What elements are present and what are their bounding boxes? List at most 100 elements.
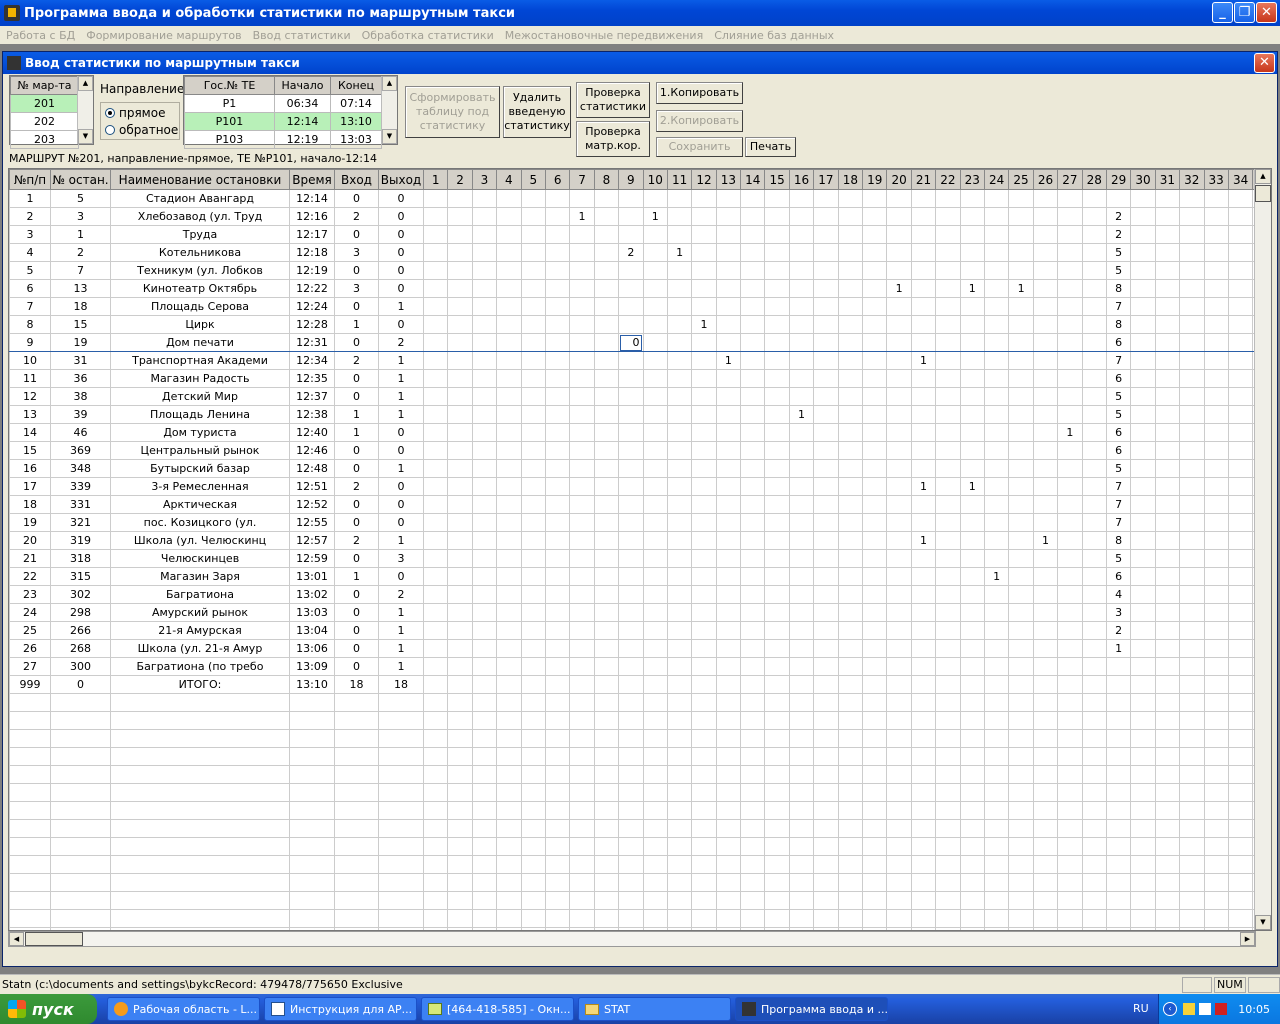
grid-cell[interactable] — [910, 279, 937, 298]
grid-cell[interactable] — [569, 729, 595, 748]
grid-cell[interactable] — [1008, 873, 1034, 892]
grid-cell[interactable] — [289, 891, 335, 910]
print-button[interactable]: Печать — [745, 137, 796, 157]
grid-cell[interactable] — [1057, 279, 1083, 298]
grid-cell[interactable]: 6 — [1105, 369, 1132, 388]
grid-cell[interactable] — [764, 333, 790, 352]
grid-cell[interactable] — [910, 747, 937, 766]
grid-cell[interactable] — [666, 855, 693, 874]
grid-cell[interactable] — [1179, 225, 1205, 244]
grid-cell[interactable] — [764, 207, 790, 226]
grid-cell[interactable] — [1203, 351, 1229, 370]
grid-cell[interactable] — [1154, 387, 1181, 406]
grid-cell[interactable] — [1203, 261, 1229, 280]
grid-cell[interactable] — [1081, 297, 1107, 316]
grid-cell-n[interactable]: 16 — [9, 459, 51, 478]
grid-cell[interactable] — [569, 261, 595, 280]
grid-cell[interactable] — [764, 747, 790, 766]
grid-cell[interactable] — [1227, 243, 1254, 262]
scroll-down-icon[interactable]: ▼ — [1255, 915, 1271, 930]
grid-cell[interactable] — [520, 495, 546, 514]
grid-cell[interactable] — [862, 621, 888, 640]
grid-cell[interactable] — [666, 531, 693, 550]
grid-cell[interactable] — [1227, 801, 1254, 820]
grid-cell-out[interactable]: 0 — [378, 513, 424, 532]
grid-cell-n[interactable]: 999 — [9, 675, 51, 694]
grid-cell[interactable] — [642, 189, 668, 208]
grid-cell[interactable] — [1203, 477, 1229, 496]
grid-cell[interactable] — [691, 819, 717, 838]
grid-cell[interactable] — [1154, 783, 1181, 802]
grid-cell-name[interactable]: Площадь Ленина — [110, 405, 290, 424]
grid-cell[interactable] — [1057, 441, 1083, 460]
grid-cell[interactable] — [1081, 441, 1107, 460]
grid-cell[interactable] — [691, 261, 717, 280]
grid-cell[interactable] — [740, 531, 766, 550]
grid-cell[interactable] — [886, 801, 912, 820]
grid-cell-stop[interactable]: 339 — [50, 477, 111, 496]
save-button[interactable]: Сохранить — [656, 137, 743, 157]
table-row[interactable]: 19 321 пос. Козицкого (ул. 12:55 0 0 7 — [9, 513, 1271, 532]
grid-cell[interactable] — [935, 387, 961, 406]
grid-cell-n[interactable]: 24 — [9, 603, 51, 622]
grid-cell[interactable] — [618, 711, 644, 730]
grid-cell[interactable] — [496, 261, 522, 280]
grid-cell-time[interactable]: 13:10 — [289, 675, 335, 694]
grid-cell[interactable] — [1154, 297, 1181, 316]
grid-cell[interactable] — [1203, 765, 1229, 784]
grid-cell[interactable] — [496, 621, 522, 640]
grid-cell-name[interactable]: Школа (ул. 21-я Амур — [110, 639, 290, 658]
grid-cell[interactable] — [447, 909, 473, 928]
grid-cell[interactable] — [471, 387, 498, 406]
grid-cell[interactable] — [593, 693, 620, 712]
table-row[interactable]: 11 36 Магазин Радость 12:35 0 1 6 — [9, 369, 1271, 388]
grid-cell[interactable] — [1130, 891, 1156, 910]
grid-cell[interactable] — [666, 909, 693, 928]
grid-cell[interactable] — [862, 261, 888, 280]
grid-cell[interactable] — [1008, 837, 1034, 856]
grid-cell-out[interactable]: 1 — [378, 459, 424, 478]
grid-cell[interactable] — [1008, 297, 1034, 316]
grid-cell[interactable] — [110, 873, 290, 892]
grid-cell[interactable] — [378, 729, 424, 748]
grid-cell[interactable] — [496, 891, 522, 910]
grid-cell[interactable] — [642, 639, 668, 658]
grid-cell-stop[interactable]: 39 — [50, 405, 111, 424]
grid-cell[interactable] — [1057, 405, 1083, 424]
grid-cell[interactable] — [1154, 567, 1181, 586]
grid-cell[interactable] — [1057, 639, 1083, 658]
grid-cell[interactable] — [764, 657, 790, 676]
grid-cell[interactable] — [1154, 279, 1181, 298]
grid-cell[interactable] — [642, 873, 668, 892]
grid-cell[interactable] — [740, 819, 766, 838]
grid-cell[interactable] — [447, 891, 473, 910]
grid-cell[interactable] — [496, 693, 522, 712]
grid-cell[interactable] — [593, 315, 620, 334]
grid-cell[interactable] — [618, 459, 644, 478]
copy2-button[interactable]: 2.Копировать — [656, 110, 743, 132]
grid-cell[interactable] — [1081, 369, 1107, 388]
route-list-scrollbar[interactable]: ▲ ▼ — [77, 76, 93, 144]
grid-cell[interactable] — [959, 873, 985, 892]
grid-cell[interactable] — [642, 783, 668, 802]
grid-cell[interactable] — [862, 459, 888, 478]
grid-cell[interactable] — [496, 189, 522, 208]
grid-cell-time[interactable]: 12:38 — [289, 405, 335, 424]
grid-cell[interactable] — [1105, 837, 1132, 856]
grid-cell-in[interactable]: 1 — [334, 405, 379, 424]
grid-cell[interactable] — [471, 243, 498, 262]
grid-cell[interactable] — [1154, 819, 1181, 838]
grid-cell[interactable] — [983, 405, 1010, 424]
grid-cell[interactable] — [378, 783, 424, 802]
grid-cell[interactable] — [544, 873, 571, 892]
grid-cell[interactable] — [496, 801, 522, 820]
grid-cell[interactable] — [618, 729, 644, 748]
grid-cell[interactable] — [788, 621, 815, 640]
grid-cell[interactable] — [1130, 873, 1156, 892]
grid-cell[interactable] — [520, 297, 546, 316]
grid-cell[interactable] — [764, 405, 790, 424]
grid-cell[interactable] — [642, 567, 668, 586]
grid-cell-stop[interactable]: 46 — [50, 423, 111, 442]
grid-cell[interactable] — [813, 351, 839, 370]
grid-cell[interactable] — [862, 513, 888, 532]
